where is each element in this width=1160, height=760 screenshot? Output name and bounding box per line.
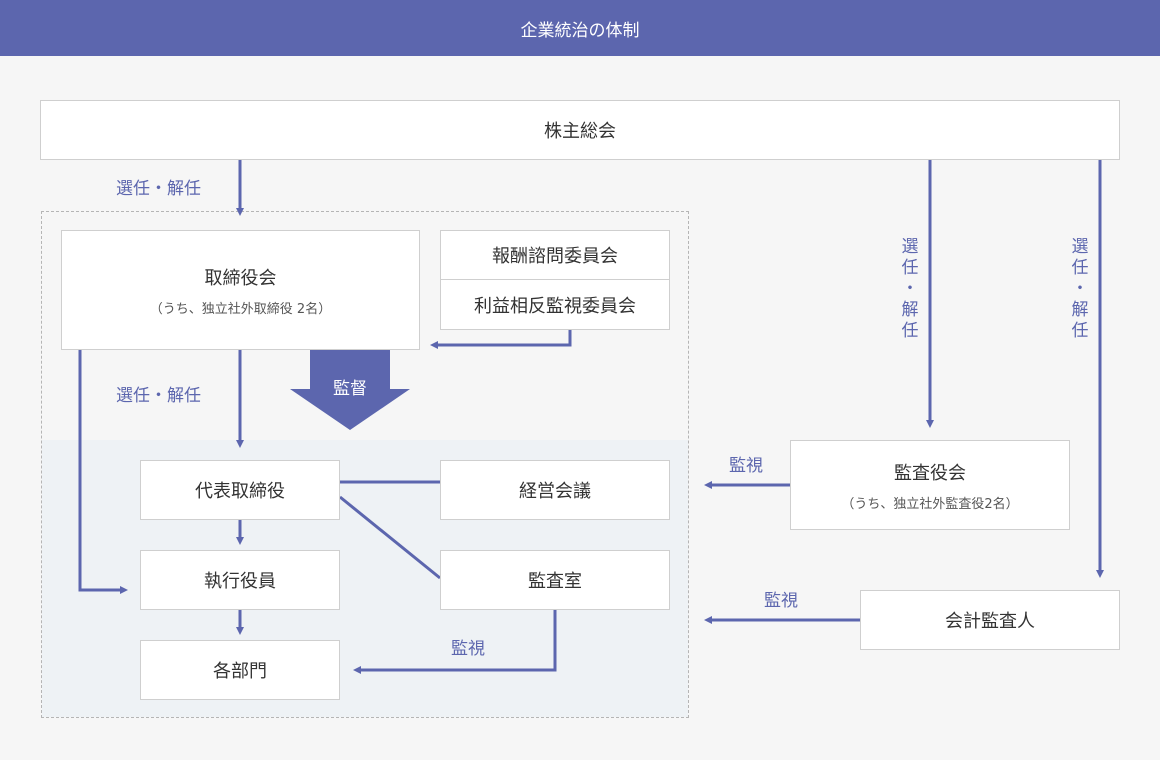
board-of-directors: 取締役会 （うち、独立社外取締役 2名） [61, 230, 420, 350]
board-note: （うち、独立社外取締役 2名） [149, 301, 332, 317]
vertical-char: 任 [1071, 258, 1089, 278]
board-label: 取締役会 [204, 267, 277, 289]
audit-office-label: 監査室 [528, 571, 582, 592]
committee-to-board-arrow [430, 330, 572, 349]
vertical-char: 任 [1071, 321, 1089, 341]
monitoring-label-accounting-auditor: 監視 [764, 591, 798, 611]
executive-officers: 執行役員 [140, 550, 340, 610]
management-meeting: 経営会議 [440, 460, 670, 520]
vertical-char: 解 [1071, 300, 1089, 320]
shareholders-label: 株主総会 [544, 121, 616, 142]
representative-director-label: 代表取締役 [195, 481, 285, 502]
accounting-auditor: 会計監査人 [860, 590, 1120, 650]
vertical-char: 任 [901, 258, 919, 278]
supervision-label: 監督 [333, 379, 367, 399]
vertical-char: 解 [901, 300, 919, 320]
departments: 各部門 [140, 640, 340, 700]
elect-dismiss-vertical-label-audit: 選 任 ・ 解 任 [900, 237, 920, 342]
management-meeting-label: 経営会議 [519, 481, 591, 502]
accounting-auditor-label: 会計監査人 [945, 611, 1035, 632]
audit-board-note: （うち、独立社外監査役2名） [841, 496, 1019, 512]
shareholders-meeting: 株主総会 [40, 100, 1120, 160]
audit-board: 監査役会 （うち、独立社外監査役2名） [790, 440, 1070, 530]
departments-label: 各部門 [213, 661, 267, 682]
conflict-committee-label: 利益相反監視委員会 [474, 295, 636, 317]
representative-director: 代表取締役 [140, 460, 340, 520]
conflict-committee: 利益相反監視委員会 [440, 279, 670, 330]
elect-dismiss-label-top: 選任・解任 [116, 179, 201, 199]
audit-office: 監査室 [440, 550, 670, 610]
audit-board-label: 監査役会 [894, 462, 966, 484]
vertical-char: 任 [901, 321, 919, 341]
vertical-char: 選 [901, 237, 919, 257]
compensation-committee: 報酬諮問委員会 [440, 230, 670, 280]
executive-officers-label: 執行役員 [204, 571, 276, 592]
compensation-committee-label: 報酬諮問委員会 [492, 246, 618, 267]
vertical-char: ・ [1071, 279, 1089, 299]
elect-dismiss-label-middle: 選任・解任 [116, 386, 201, 406]
vertical-char: ・ [901, 279, 919, 299]
monitoring-label-audit-office: 監視 [451, 639, 485, 659]
elect-dismiss-vertical-label-accounting: 選 任 ・ 解 任 [1070, 237, 1090, 342]
monitoring-label-audit-board: 監視 [729, 456, 763, 476]
representative-audit-office-link [339, 495, 441, 580]
vertical-char: 選 [1071, 237, 1089, 257]
